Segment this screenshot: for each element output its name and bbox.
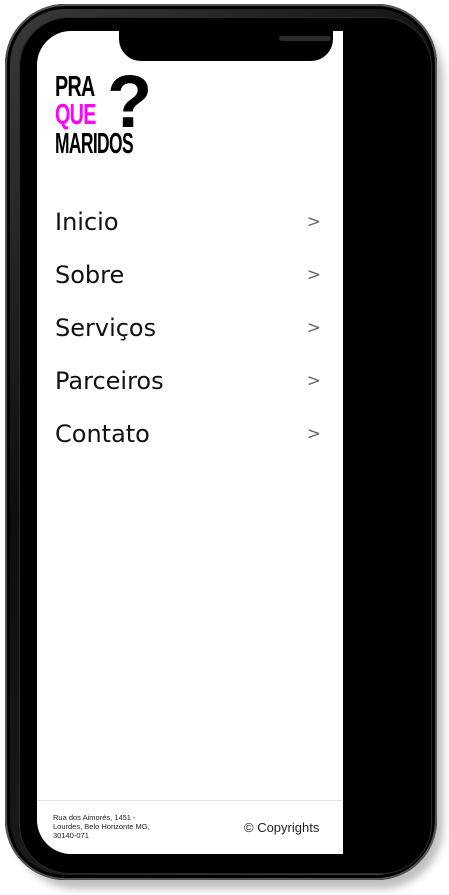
footer-divider bbox=[37, 800, 343, 801]
menu-item-label: Parceiros bbox=[55, 367, 164, 395]
menu-item-sobre[interactable]: Sobre > bbox=[37, 252, 343, 305]
footer-copyright: © Copyrights bbox=[244, 820, 320, 835]
menu-item-label: Contato bbox=[55, 420, 150, 448]
chevron-right-icon: > bbox=[306, 318, 321, 338]
chevron-right-icon: > bbox=[306, 265, 321, 285]
chevron-right-icon: > bbox=[306, 424, 321, 444]
menu-item-contato[interactable]: Contato > bbox=[37, 411, 343, 464]
footer-address: Rua dos Aimorés, 1451 - Lourdes, Belo Ho… bbox=[53, 813, 150, 840]
phone-notch bbox=[119, 31, 333, 61]
logo-question-mark: ? bbox=[107, 60, 153, 143]
speaker-grille bbox=[279, 36, 331, 41]
brand-logo[interactable]: PRA QUE MARIDOS ? bbox=[55, 65, 155, 166]
menu-item-label: Sobre bbox=[55, 261, 125, 289]
menu-item-parceiros[interactable]: Parceiros > bbox=[37, 358, 343, 411]
chevron-right-icon: > bbox=[306, 371, 321, 391]
main-menu: Inicio > Sobre > Serviços > Parceiros > … bbox=[37, 199, 343, 464]
navigation-drawer: PRA QUE MARIDOS ? Inicio > Sobre > Servi… bbox=[37, 31, 343, 854]
phone-screen: PRA QUE MARIDOS ? Inicio > Sobre > Servi… bbox=[37, 31, 417, 854]
menu-item-servicos[interactable]: Serviços > bbox=[37, 305, 343, 358]
menu-item-label: Serviços bbox=[55, 314, 157, 342]
menu-item-inicio[interactable]: Inicio > bbox=[37, 199, 343, 252]
menu-item-label: Inicio bbox=[55, 208, 119, 236]
chevron-right-icon: > bbox=[306, 212, 321, 232]
